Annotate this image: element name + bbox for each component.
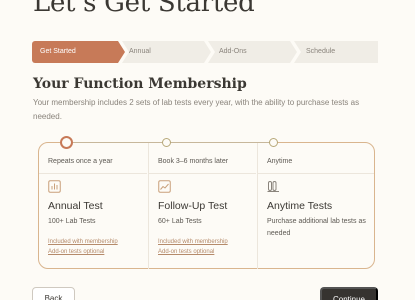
timeline-node bbox=[269, 138, 278, 147]
timeline-node bbox=[162, 138, 171, 147]
column-divider bbox=[258, 173, 374, 174]
continue-button[interactable]: Continue bbox=[320, 287, 378, 300]
timeline-column-anytime: Anytime Anytime Tests Purchase additiona… bbox=[257, 143, 374, 269]
section-description: Your membership includes 2 sets of lab t… bbox=[33, 98, 360, 121]
step-get-started[interactable]: Get Started bbox=[32, 41, 125, 63]
included-with-membership-link[interactable]: Included with membership bbox=[158, 239, 228, 245]
step-add-ons[interactable]: Add-Ons bbox=[208, 41, 297, 63]
step-annual[interactable]: Annual bbox=[122, 41, 211, 63]
test-subtitle: 60+ Lab Tests bbox=[158, 218, 202, 225]
included-with-membership-link[interactable]: Included with membership bbox=[48, 239, 118, 245]
test-tubes-icon bbox=[267, 181, 279, 192]
step-label: Add-Ons bbox=[219, 48, 247, 55]
timing-label: Anytime bbox=[267, 158, 293, 165]
column-divider bbox=[39, 173, 147, 174]
step-label: Annual bbox=[129, 48, 151, 55]
timeline-node-current bbox=[60, 136, 73, 149]
progress-stepper: Get Started Annual Add-Ons Schedule bbox=[32, 41, 378, 63]
step-schedule[interactable]: Schedule bbox=[294, 41, 378, 63]
bar-chart-icon bbox=[48, 180, 61, 193]
add-on-tests-link[interactable]: Add-on tests optional bbox=[158, 249, 214, 255]
back-button[interactable]: Back bbox=[32, 287, 75, 300]
test-subtitle: Purchase additional lab tests as needed bbox=[267, 218, 366, 237]
section-title: Your Function Membership bbox=[33, 76, 247, 92]
test-title: Annual Test bbox=[48, 200, 103, 212]
timing-label: Repeats once a year bbox=[48, 158, 113, 165]
timeline-column-annual: Repeats once a year Annual Test 100+ Lab… bbox=[39, 143, 147, 269]
page-title: Let’s Get Started bbox=[33, 0, 255, 18]
test-title: Follow-Up Test bbox=[158, 200, 228, 212]
add-on-tests-link[interactable]: Add-on tests optional bbox=[48, 249, 104, 255]
test-subtitle: 100+ Lab Tests bbox=[48, 218, 96, 225]
step-label: Get Started bbox=[40, 48, 76, 55]
timeline-line bbox=[66, 142, 276, 143]
test-title: Anytime Tests bbox=[267, 200, 333, 212]
step-label: Schedule bbox=[306, 48, 336, 55]
trend-line-icon bbox=[158, 180, 171, 193]
timeline-column-follow-up: Book 3–6 months later Follow-Up Test 60+… bbox=[148, 143, 256, 269]
timing-label: Book 3–6 months later bbox=[158, 158, 229, 165]
column-divider bbox=[149, 173, 256, 174]
